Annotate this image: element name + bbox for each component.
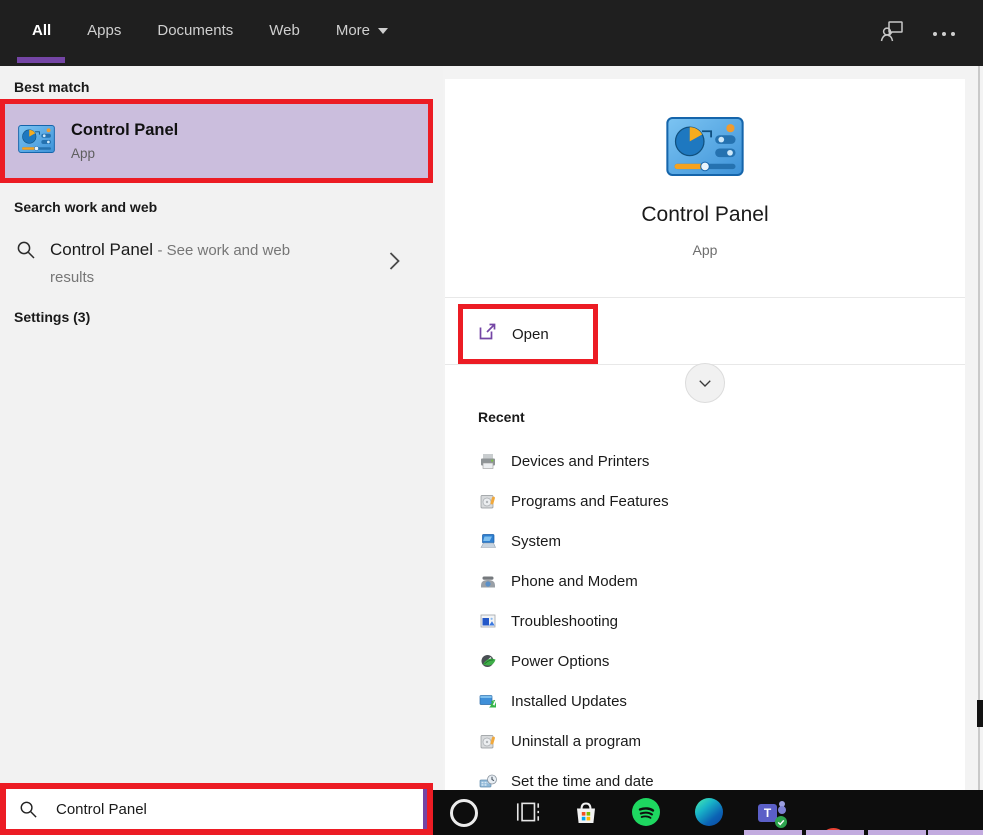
tab-more[interactable]: More — [336, 22, 388, 39]
chevron-right-icon — [388, 251, 401, 276]
active-tab-indicator — [17, 57, 65, 63]
annotation-red-box-search — [0, 783, 433, 835]
program-box-icon — [478, 491, 498, 511]
search-filter-bar: All Apps Documents Web More — [0, 0, 983, 66]
divider — [445, 297, 965, 298]
recent-item-set-the-time-and-date[interactable]: Set the time and date — [445, 761, 965, 790]
running-app-indicator — [928, 830, 983, 835]
recent-list: Devices and Printers Programs and Featur… — [445, 441, 965, 790]
search-results-pane: Best match — [0, 66, 443, 790]
recent-item-system[interactable]: System — [445, 521, 965, 561]
power-icon — [478, 651, 498, 671]
teams-status-badge — [775, 816, 787, 828]
scrollbar-track[interactable] — [978, 66, 980, 790]
scrollbar-thumb[interactable] — [977, 700, 983, 727]
best-match-type: App — [71, 146, 178, 161]
filter-tabs: All Apps Documents Web More — [32, 22, 388, 39]
recent-item-installed-updates[interactable]: Installed Updates — [445, 681, 965, 721]
recent-item-troubleshooting[interactable]: Troubleshooting — [445, 601, 965, 641]
recent-item-power-options[interactable]: Power Options — [445, 641, 965, 681]
feedback-icon[interactable] — [879, 18, 905, 49]
edge-icon[interactable] — [695, 798, 725, 828]
recent-item-programs-and-features[interactable]: Programs and Features — [445, 481, 965, 521]
recent-item-phone-and-modem[interactable]: Phone and Modem — [445, 561, 965, 601]
search-box-accent-edge — [423, 789, 427, 829]
teams-icon[interactable]: T — [757, 798, 787, 828]
tab-documents[interactable]: Documents — [157, 22, 233, 39]
running-app-indicator — [806, 830, 864, 835]
recent-item-uninstall-a-program[interactable]: Uninstall a program — [445, 721, 965, 761]
open-button[interactable]: Open — [463, 309, 593, 359]
cortana-icon[interactable] — [449, 798, 479, 828]
chevron-down-icon — [696, 374, 714, 392]
settings-header: Settings (3) — [14, 309, 90, 325]
running-app-indicator — [868, 830, 926, 835]
task-view-icon[interactable] — [514, 798, 544, 828]
recent-item-devices-and-printers[interactable]: Devices and Printers — [445, 441, 965, 481]
printer-icon — [478, 451, 498, 471]
search-web-header: Search work and web — [14, 199, 157, 215]
phone-icon — [478, 571, 498, 591]
tab-all[interactable]: All — [32, 22, 51, 39]
preview-pane: Control Panel App Open — [443, 66, 983, 790]
microsoft-store-icon[interactable] — [571, 798, 601, 828]
preview-app-title: Control Panel — [445, 203, 965, 227]
open-label: Open — [512, 326, 549, 343]
search-icon — [19, 800, 38, 819]
open-external-icon — [477, 322, 497, 347]
best-match-header: Best match — [14, 79, 89, 95]
web-search-result[interactable]: Control Panel - See work and web results — [0, 228, 443, 294]
computer-icon — [478, 531, 498, 551]
best-match-title: Control Panel — [71, 121, 178, 140]
spotify-icon[interactable] — [632, 798, 662, 828]
search-icon — [16, 240, 36, 265]
troubleshooting-icon — [478, 611, 498, 631]
tab-apps[interactable]: Apps — [87, 22, 121, 39]
clock-icon — [478, 771, 498, 790]
taskbar-search-input[interactable] — [54, 800, 427, 819]
control-panel-icon-large — [666, 117, 744, 181]
annotation-red-box-best-match: Control Panel App — [0, 99, 433, 183]
app-preview-card: Control Panel App Open — [445, 79, 965, 790]
web-query: Control Panel — [50, 240, 153, 259]
control-panel-icon — [18, 125, 55, 158]
best-match-result[interactable]: Control Panel App — [5, 104, 428, 178]
updates-icon — [478, 691, 498, 711]
ellipsis-menu-icon[interactable] — [933, 32, 955, 36]
tab-web[interactable]: Web — [269, 22, 300, 39]
recent-header: Recent — [478, 409, 525, 425]
program-box-icon — [478, 731, 498, 751]
annotation-red-box-open: Open — [458, 304, 598, 364]
windows-search-screen: All Apps Documents Web More Best match — [0, 0, 983, 835]
preview-app-type: App — [445, 242, 965, 258]
chevron-down-icon — [378, 28, 388, 34]
expand-collapse-button[interactable] — [685, 363, 725, 403]
running-app-indicator — [744, 830, 802, 835]
